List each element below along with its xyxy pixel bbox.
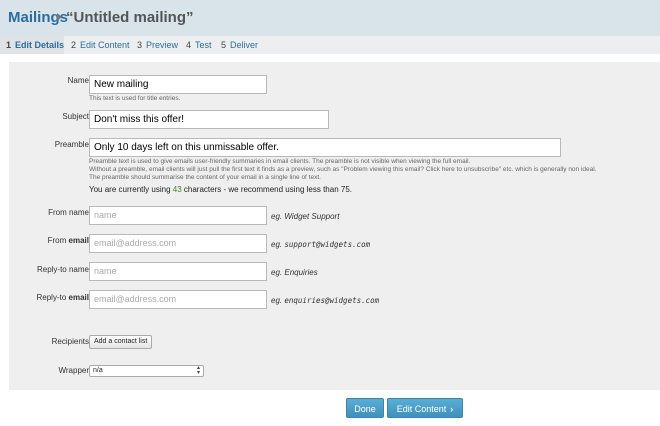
from-email-input[interactable]: email@address.com: [89, 234, 267, 253]
step-nav: 1 Edit Details 2 Edit Content 3 Preview 4 Te…: [0, 36, 660, 54]
select-arrows-icon: ▴ ▾: [196, 365, 200, 376]
from-name-example: eg. Widget Support: [271, 212, 340, 221]
name-help-text: This text is used for title entries.: [89, 95, 181, 102]
recipients-label: Recipients: [51, 337, 89, 346]
character-count-value: 43: [172, 185, 182, 194]
preamble-character-count: You are currently using 43 characters - …: [89, 185, 352, 194]
tab-edit-details[interactable]: 1 Edit Details: [0, 36, 64, 54]
wrapper-select[interactable]: n/a ▴ ▾: [89, 365, 204, 377]
from-email-label: From email: [47, 236, 89, 245]
chevron-right-icon: ›: [450, 404, 454, 414]
page-title: “Untitled mailing”: [66, 9, 194, 26]
tab-preview[interactable]: 3 Preview: [137, 36, 178, 54]
preamble-help-3: The preamble should summarise the conten…: [89, 174, 321, 181]
name-label: Name: [67, 76, 89, 85]
reply-to-name-input[interactable]: name: [89, 262, 267, 281]
page-header: Mailings “Untitled mailing”: [0, 0, 660, 36]
preamble-help-2: Without a preamble, email clients will j…: [89, 166, 597, 173]
reply-to-email-label: Reply-to email: [36, 293, 90, 302]
tab-edit-content[interactable]: 2 Edit Content: [71, 36, 130, 54]
reply-to-email-example: eg. enquiries@widgets.com: [271, 296, 380, 305]
subject-label: Subject: [62, 112, 89, 121]
name-input[interactable]: New mailing: [89, 75, 267, 94]
edit-content-button[interactable]: Edit Content ›: [387, 398, 463, 418]
tab-test[interactable]: 4 Test: [186, 36, 212, 54]
reply-to-name-label: Reply-to name: [36, 265, 89, 274]
done-button[interactable]: Done: [346, 398, 384, 418]
reply-to-name-example: eg. Enquiries: [271, 268, 318, 277]
preamble-help-1: Preamble text is used to give emails use…: [89, 158, 471, 165]
reply-to-email-input[interactable]: email@address.com: [89, 290, 267, 309]
preamble-input[interactable]: Only 10 days left on this unmissable off…: [89, 138, 561, 157]
breadcrumb-separator-icon: [57, 13, 62, 21]
from-email-example: eg. support@widgets.com: [271, 240, 371, 249]
subject-input[interactable]: Don't miss this offer!: [89, 110, 329, 129]
from-name-label: From name: [48, 208, 89, 217]
from-name-input[interactable]: name: [89, 206, 267, 225]
mailing-details-form: Name New mailing This text is used for t…: [9, 62, 660, 390]
preamble-label: Preamble: [54, 140, 89, 149]
tab-deliver[interactable]: 5 Deliver: [221, 36, 258, 54]
add-contact-list-button[interactable]: Add a contact list: [89, 335, 153, 349]
wrapper-label: Wrapper: [58, 366, 89, 375]
